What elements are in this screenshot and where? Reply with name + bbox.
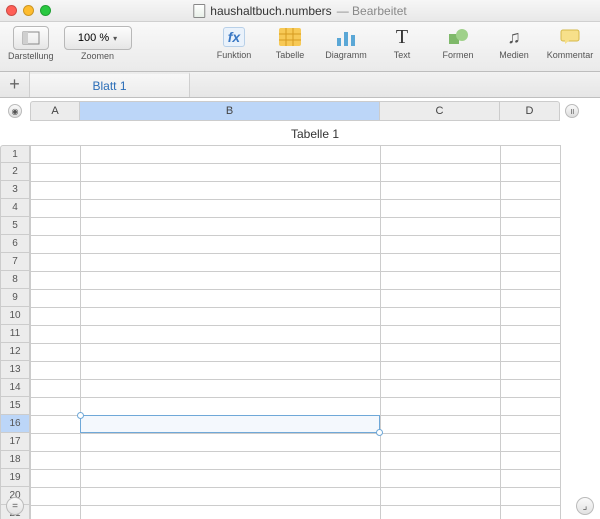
row-header[interactable]: 14 xyxy=(0,379,30,397)
table-row xyxy=(31,380,561,398)
zoom-label: Zoomen xyxy=(81,51,114,61)
row-header[interactable]: 12 xyxy=(0,343,30,361)
row-header[interactable]: 17 xyxy=(0,433,30,451)
table-row xyxy=(31,236,561,254)
table-row xyxy=(31,398,561,416)
col-header-B[interactable]: B xyxy=(80,101,380,121)
row-header[interactable]: 11 xyxy=(0,325,30,343)
col-datum[interactable]: Datum xyxy=(31,182,81,200)
shapes-icon xyxy=(444,26,472,48)
view-button[interactable] xyxy=(13,26,49,50)
close-window-button[interactable] xyxy=(6,5,17,16)
chart-icon xyxy=(332,26,360,48)
col-header-C[interactable]: C xyxy=(380,101,500,121)
toolbar-function[interactable]: fx Funktion xyxy=(212,26,256,60)
table-row xyxy=(31,434,561,452)
zoom-value: 100 % xyxy=(78,32,109,44)
col-header-D[interactable]: D xyxy=(500,101,560,121)
toolbar-comment[interactable]: Kommentar xyxy=(548,26,592,60)
comment-icon xyxy=(556,26,584,48)
row-header[interactable]: 3 xyxy=(0,181,30,199)
toolbar-text[interactable]: T Text xyxy=(380,26,424,60)
budget-title[interactable]: Mein Budget im Monat xyxy=(81,146,381,164)
add-sheet-button[interactable]: + xyxy=(0,72,30,97)
spreadsheet-area: ◉ A B C D ॥ Tabelle 1 123456789101112131… xyxy=(0,98,600,519)
table-row xyxy=(31,254,561,272)
row-header[interactable]: 7 xyxy=(0,253,30,271)
table-row xyxy=(31,452,561,470)
col-ausgaben[interactable]: Meine Ausgaben xyxy=(81,182,381,200)
formula-button[interactable]: = xyxy=(6,497,24,515)
row-header[interactable]: 9 xyxy=(0,289,30,307)
edited-label: — Bearbeitet xyxy=(337,4,407,18)
budget-amount[interactable]: 1500,00 € xyxy=(501,146,561,164)
table-row: Mein Budget im Monat 1500,00 € xyxy=(31,146,561,164)
sheet-tab-1[interactable]: Blatt 1 xyxy=(30,72,190,97)
spreadsheet-table[interactable]: Mein Budget im Monat 1500,00 € Datum Mei… xyxy=(30,145,561,519)
table-row xyxy=(31,326,561,344)
row-header[interactable]: 6 xyxy=(0,235,30,253)
toolbar-table[interactable]: Tabelle xyxy=(268,26,312,60)
view-icon xyxy=(22,31,40,45)
row-header[interactable]: 4 xyxy=(0,199,30,217)
toolbar-shapes[interactable]: Formen xyxy=(436,26,480,60)
table-row xyxy=(31,164,561,182)
window-titlebar: haushaltbuch.numbers — Bearbeitet xyxy=(0,0,600,22)
column-headers: ◉ A B C D ॥ xyxy=(0,101,600,121)
zoom-button[interactable]: 100 % ▾ xyxy=(64,26,132,50)
row-header[interactable]: 2 xyxy=(0,163,30,181)
zoom-window-button[interactable] xyxy=(40,5,51,16)
table-menu-button[interactable]: ◉ xyxy=(8,104,22,118)
table-row xyxy=(31,416,561,434)
table-row xyxy=(31,218,561,236)
row-header[interactable]: 19 xyxy=(0,469,30,487)
toolbar-icons: fx Funktion Tabelle Diagramm T Text Form… xyxy=(212,26,592,60)
row-headers: 12345678910111213141516171819202122 xyxy=(0,145,30,519)
toolbar-chart[interactable]: Diagramm xyxy=(324,26,368,60)
row-header[interactable]: 15 xyxy=(0,397,30,415)
table-icon xyxy=(276,26,304,48)
view-label: Darstellung xyxy=(8,51,54,61)
sheet-tabs: + Blatt 1 xyxy=(0,72,600,98)
col-summe[interactable]: Summe in € xyxy=(381,182,501,200)
row-header[interactable]: 8 xyxy=(0,271,30,289)
table-row xyxy=(31,362,561,380)
media-icon: ♫ xyxy=(500,26,528,48)
table-row xyxy=(31,308,561,326)
chevron-down-icon: ▾ xyxy=(113,34,117,43)
row-header[interactable]: 16 xyxy=(0,415,30,433)
row-header[interactable]: 5 xyxy=(0,217,30,235)
row-header[interactable]: 10 xyxy=(0,307,30,325)
text-icon: T xyxy=(388,26,416,48)
document-icon xyxy=(193,4,205,18)
filename-label: haushaltbuch.numbers xyxy=(210,4,331,18)
toolbar-media[interactable]: ♫ Medien xyxy=(492,26,536,60)
row-header[interactable]: 1 xyxy=(0,145,30,163)
table-row xyxy=(31,344,561,362)
resize-corner[interactable]: ⌟ xyxy=(576,497,594,515)
col-header-A[interactable]: A xyxy=(30,101,80,121)
minimize-window-button[interactable] xyxy=(23,5,34,16)
add-column-button[interactable]: ॥ xyxy=(565,104,579,118)
window-title: haushaltbuch.numbers — Bearbeitet xyxy=(193,4,406,18)
table-row xyxy=(31,200,561,218)
row-header[interactable]: 13 xyxy=(0,361,30,379)
function-icon: fx xyxy=(220,26,248,48)
table-row xyxy=(31,290,561,308)
table-row xyxy=(31,272,561,290)
toolbar: Darstellung 100 % ▾ Zoomen fx Funktion T… xyxy=(0,22,600,72)
row-header[interactable]: 18 xyxy=(0,451,30,469)
table-row: Datum Meine Ausgaben Summe in € xyxy=(31,182,561,200)
table-title[interactable]: Tabelle 1 xyxy=(30,121,600,145)
table-row xyxy=(31,470,561,488)
